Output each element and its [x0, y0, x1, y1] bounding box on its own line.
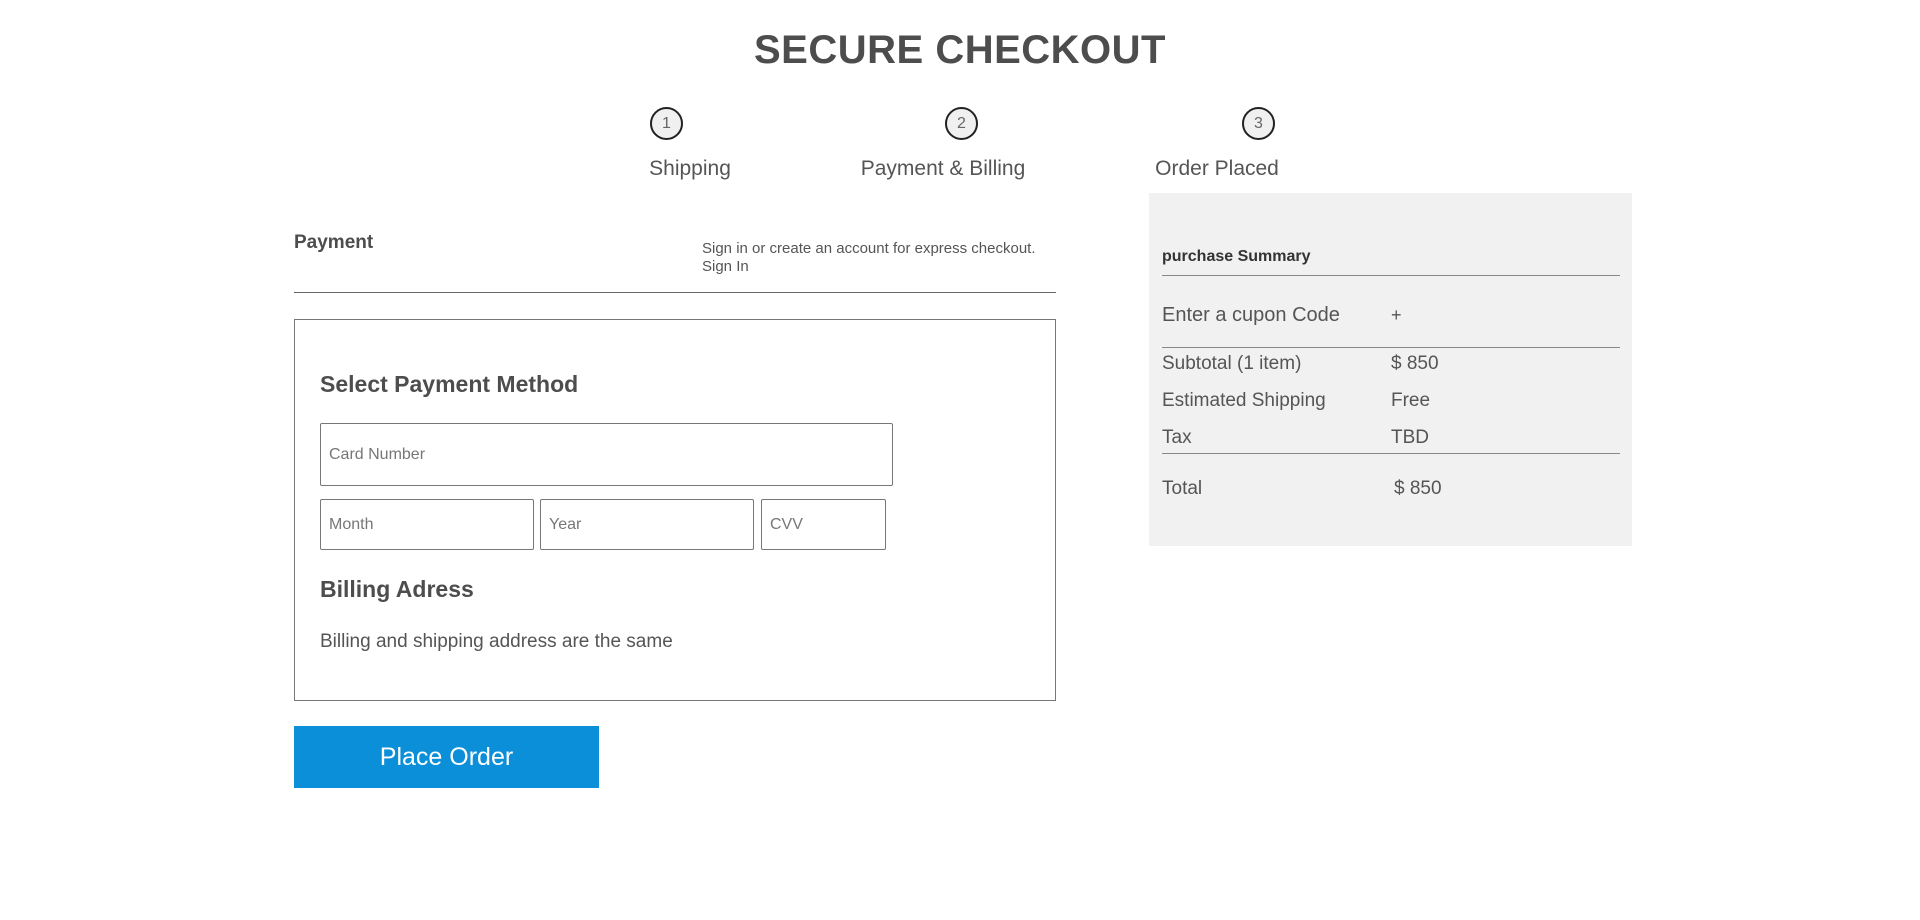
page-title: SECURE CHECKOUT [754, 28, 1166, 72]
step-shipping: 1 Shipping [649, 107, 731, 180]
signin-prompt: Sign in or create an account for express… [702, 240, 1036, 257]
place-order-button[interactable]: Place Order [294, 726, 599, 788]
shipping-value: Free [1391, 390, 1431, 411]
tax-label: Tax [1162, 427, 1192, 448]
payment-divider [294, 292, 1056, 293]
step-label-shipping: Shipping [649, 157, 731, 180]
subtotal-value: $ 850 [1391, 353, 1439, 374]
summary-divider-coupon [1162, 347, 1620, 348]
signin-link[interactable]: Sign In [702, 258, 749, 275]
cvv-input[interactable] [761, 499, 886, 550]
tax-value: TBD [1391, 427, 1429, 448]
shipping-label: Estimated Shipping [1162, 390, 1326, 411]
billing-address-title: Billing Adress [320, 576, 474, 602]
billing-same-text: Billing and shipping address are the sam… [320, 631, 673, 652]
subtotal-label: Subtotal (1 item) [1162, 353, 1302, 374]
step-order-placed: 3 Order Placed [1155, 107, 1279, 180]
summary-divider-total [1162, 453, 1620, 454]
step-payment-billing: 2 Payment & Billing [861, 107, 1025, 180]
summary-divider-top [1162, 275, 1620, 276]
step-number-2: 2 [945, 107, 978, 140]
payment-method-title: Select Payment Method [320, 371, 579, 397]
coupon-code-toggle[interactable]: Enter a cupon Code [1162, 304, 1340, 327]
expiry-month-input[interactable] [320, 499, 534, 550]
total-value: $ 850 [1394, 478, 1442, 499]
payment-heading: Payment [294, 232, 374, 253]
coupon-add-icon[interactable]: + [1391, 305, 1402, 326]
card-number-input[interactable] [320, 423, 893, 486]
step-label-payment-billing: Payment & Billing [860, 157, 1026, 180]
step-number-3: 3 [1242, 107, 1275, 140]
summary-title: purchase Summary [1162, 248, 1311, 265]
total-label: Total [1162, 478, 1203, 499]
step-number-1: 1 [650, 107, 683, 140]
expiry-year-input[interactable] [540, 499, 754, 550]
step-label-order-placed: Order Placed [1155, 157, 1279, 180]
